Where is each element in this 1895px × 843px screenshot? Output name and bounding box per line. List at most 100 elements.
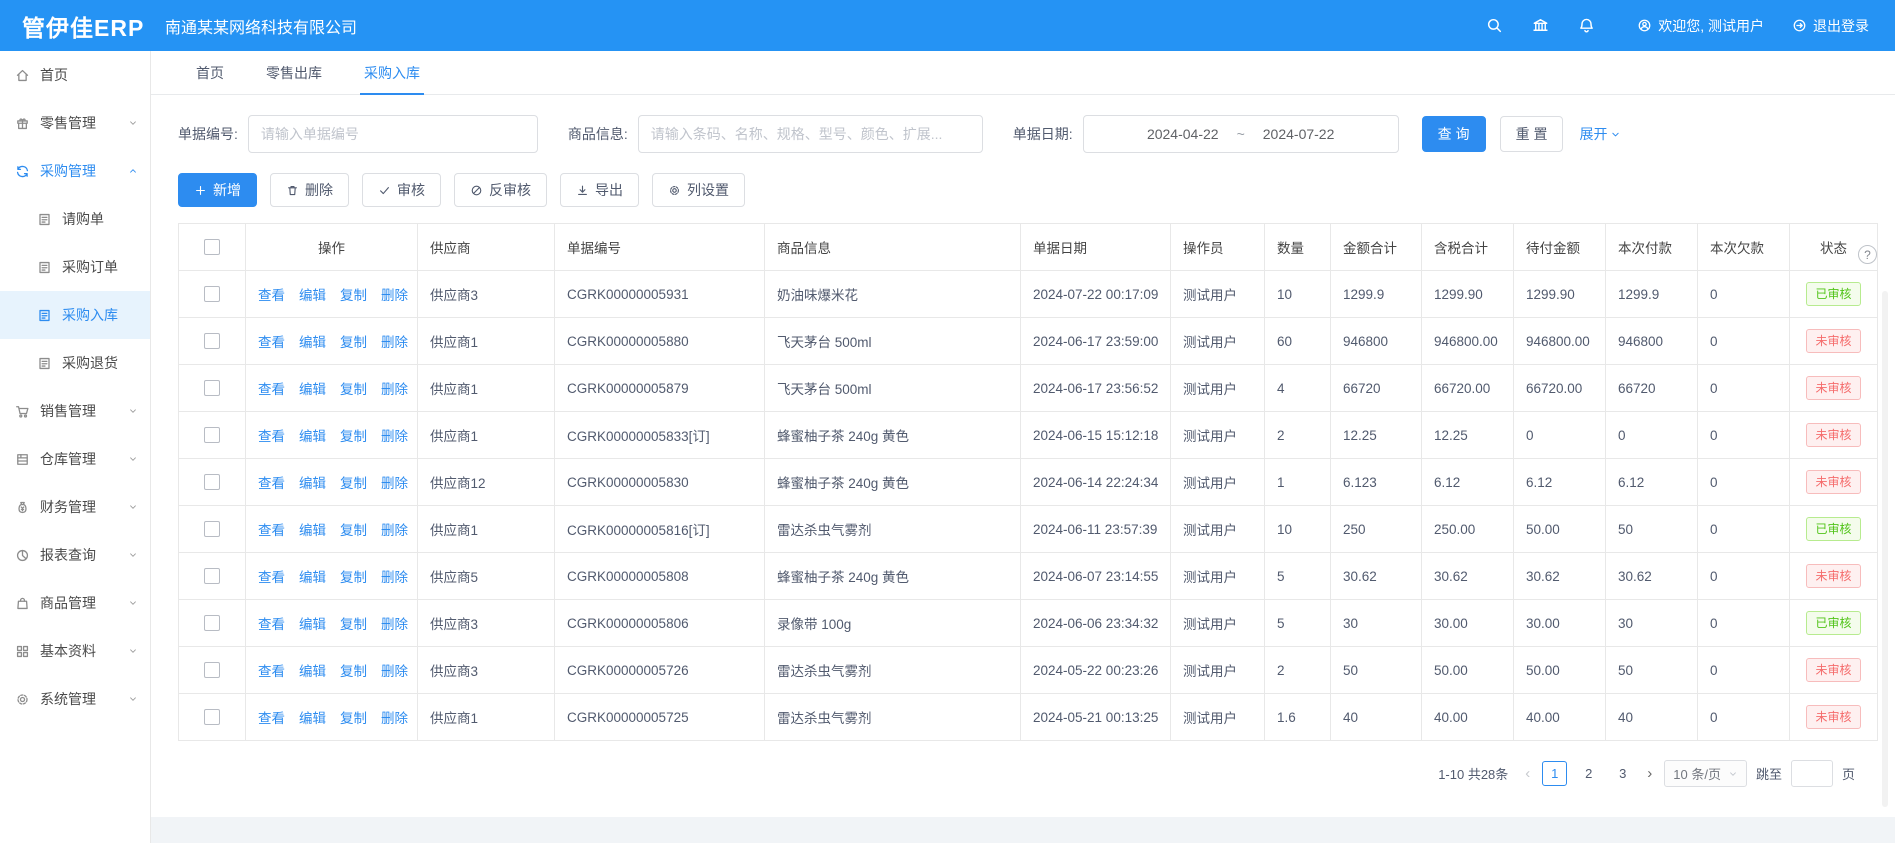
date-range-picker[interactable]: 2024-04-22 ~ 2024-07-22 [1083,115,1399,153]
jump-page-input[interactable] [1791,760,1833,787]
row-action-delete[interactable]: 删除 [381,378,408,398]
column-settings-button[interactable]: 列设置 [652,173,745,207]
row-action-edit[interactable]: 编辑 [299,613,326,633]
search-icon[interactable] [1471,0,1517,51]
page-number-2[interactable]: 2 [1576,761,1601,786]
row-action-edit[interactable]: 编辑 [299,472,326,492]
date-end[interactable]: 2024-07-22 [1263,126,1335,142]
expand-toggle[interactable]: 展开 [1579,124,1621,144]
notification-icon[interactable] [1563,0,1609,51]
row-action-view[interactable]: 查看 [258,378,285,398]
search-button[interactable]: 查 询 [1422,116,1486,152]
row-action-copy[interactable]: 复制 [340,519,367,539]
goods-info-input[interactable] [638,115,983,153]
tab-purchase-inbound[interactable]: 采购入库 [364,51,420,94]
row-action-copy[interactable]: 复制 [340,707,367,727]
table-scrollbar[interactable] [1882,291,1888,807]
row-action-delete[interactable]: 删除 [381,566,408,586]
tab-retail-outbound[interactable]: 零售出库 [266,51,322,94]
sidebar-item-home[interactable]: 首页 [0,51,150,99]
row-checkbox[interactable] [204,662,220,678]
help-icon[interactable]: ? [1858,245,1877,264]
reset-button[interactable]: 重 置 [1500,116,1564,152]
row-action-view[interactable]: 查看 [258,566,285,586]
table-row: 查看编辑复制删除供应商1CGRK00000005879飞天茅台 500ml202… [179,365,1878,412]
bill-no-input[interactable] [248,115,538,153]
row-checkbox[interactable] [204,615,220,631]
row-action-view[interactable]: 查看 [258,284,285,304]
row-checkbox[interactable] [204,380,220,396]
row-checkbox[interactable] [204,427,220,443]
sidebar-item-purchase-inbound[interactable]: 采购入库 [0,291,150,339]
row-action-copy[interactable]: 复制 [340,472,367,492]
bank-icon[interactable] [1517,0,1563,51]
date-start[interactable]: 2024-04-22 [1147,126,1219,142]
sidebar-item-system-management[interactable]: 系统管理 [0,675,150,723]
row-action-copy[interactable]: 复制 [340,660,367,680]
row-action-delete[interactable]: 删除 [381,707,408,727]
page-number-3[interactable]: 3 [1610,761,1635,786]
page-number-1[interactable]: 1 [1542,761,1567,786]
row-action-edit[interactable]: 编辑 [299,378,326,398]
row-action-delete[interactable]: 删除 [381,519,408,539]
row-action-edit[interactable]: 编辑 [299,331,326,351]
welcome-user[interactable]: 欢迎您, 测试用户 [1637,16,1764,36]
add-button[interactable]: 新增 [178,173,257,207]
audit-button[interactable]: 审核 [362,173,441,207]
cell-tax-total: 250.00 [1422,506,1514,553]
row-action-copy[interactable]: 复制 [340,613,367,633]
sidebar-item-finance-management[interactable]: 财务管理 [0,483,150,531]
row-action-delete[interactable]: 删除 [381,660,408,680]
row-action-view[interactable]: 查看 [258,660,285,680]
row-action-copy[interactable]: 复制 [340,425,367,445]
row-action-copy[interactable]: 复制 [340,331,367,351]
sidebar-item-purchase-management[interactable]: 采购管理 [0,147,150,195]
row-action-edit[interactable]: 编辑 [299,284,326,304]
unaudit-button[interactable]: 反审核 [454,173,547,207]
row-action-edit[interactable]: 编辑 [299,425,326,445]
row-checkbox[interactable] [204,333,220,349]
row-action-delete[interactable]: 删除 [381,425,408,445]
row-action-copy[interactable]: 复制 [340,566,367,586]
row-action-edit[interactable]: 编辑 [299,707,326,727]
row-action-copy[interactable]: 复制 [340,284,367,304]
row-action-edit[interactable]: 编辑 [299,660,326,680]
sidebar-item-purchase-return[interactable]: 采购退货 [0,339,150,387]
row-checkbox[interactable] [204,286,220,302]
row-checkbox[interactable] [204,521,220,537]
page-number-group: 123 [1542,761,1635,786]
sidebar-item-report-query[interactable]: 报表查询 [0,531,150,579]
sidebar-item-purchase-order[interactable]: 采购订单 [0,243,150,291]
sidebar-item-goods-management[interactable]: 商品管理 [0,579,150,627]
row-action-delete[interactable]: 删除 [381,472,408,492]
row-action-delete[interactable]: 删除 [381,331,408,351]
row-checkbox[interactable] [204,474,220,490]
sidebar-item-basic-data[interactable]: 基本资料 [0,627,150,675]
logout-button[interactable]: 退出登录 [1792,16,1869,36]
prev-page-button[interactable]: ‹ [1522,765,1533,782]
sidebar-item-purchase-request[interactable]: 请购单 [0,195,150,243]
row-action-view[interactable]: 查看 [258,425,285,445]
select-all-checkbox[interactable] [204,239,220,255]
row-checkbox[interactable] [204,568,220,584]
page-size-select[interactable]: 10 条/页 [1664,760,1747,787]
row-action-edit[interactable]: 编辑 [299,566,326,586]
row-action-view[interactable]: 查看 [258,331,285,351]
sidebar-item-sales-management[interactable]: 销售管理 [0,387,150,435]
row-checkbox[interactable] [204,709,220,725]
export-button[interactable]: 导出 [560,173,639,207]
next-page-button[interactable]: › [1644,765,1655,782]
tab-home[interactable]: 首页 [196,51,224,94]
row-action-view[interactable]: 查看 [258,707,285,727]
row-action-delete[interactable]: 删除 [381,613,408,633]
row-action-copy[interactable]: 复制 [340,378,367,398]
row-action-delete[interactable]: 删除 [381,284,408,304]
row-action-view[interactable]: 查看 [258,613,285,633]
sidebar-item-retail-management[interactable]: 零售管理 [0,99,150,147]
row-action-view[interactable]: 查看 [258,519,285,539]
row-action-view[interactable]: 查看 [258,472,285,492]
row-actions-cell: 查看编辑复制删除 [246,506,418,553]
row-action-edit[interactable]: 编辑 [299,519,326,539]
sidebar-item-warehouse-management[interactable]: 仓库管理 [0,435,150,483]
delete-button[interactable]: 删除 [270,173,349,207]
